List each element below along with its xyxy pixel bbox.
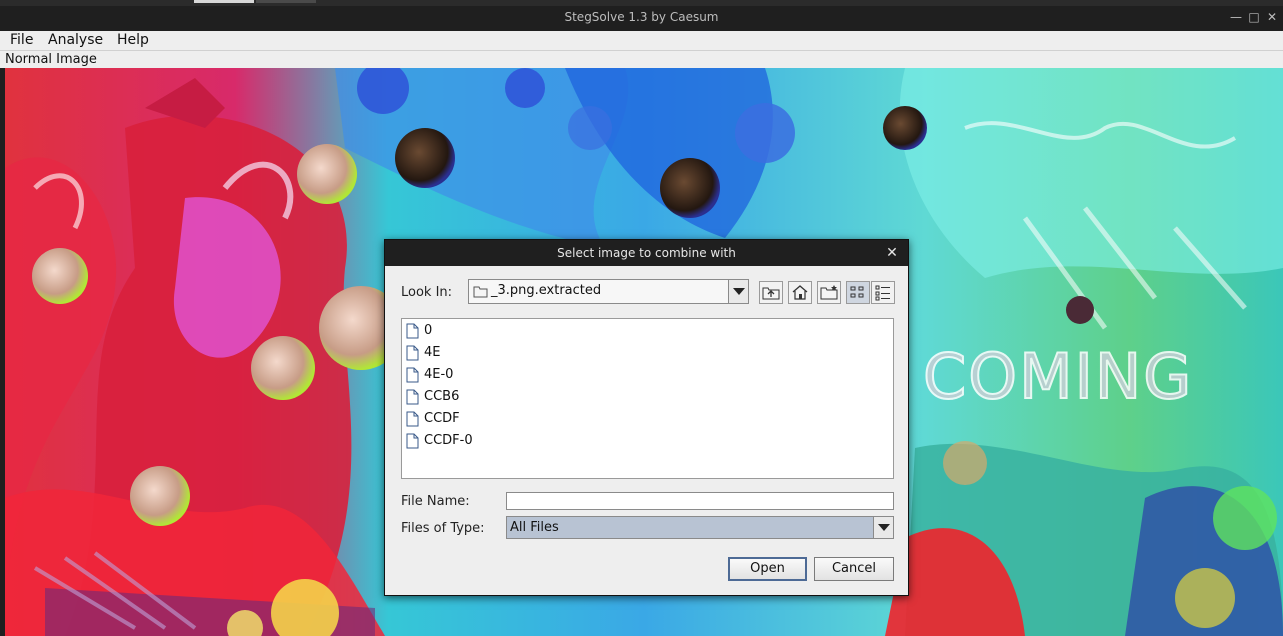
files-of-type-value: All Files [510,520,559,535]
taskbar-segment-active[interactable] [194,0,254,3]
file-name: 4E-0 [424,367,454,382]
bokeh-orb [251,336,315,400]
details-view-icon [875,285,890,301]
file-chooser-dialog: Select image to combine with ✕ Look In: … [384,239,909,596]
files-of-type-combo[interactable]: All Files [506,516,894,539]
details-view-button[interactable] [871,281,895,304]
file-name-label: File Name: [401,494,470,509]
dialog-title: Select image to combine with [385,240,908,266]
home-button[interactable] [788,281,812,304]
file-name: 4E [424,345,441,360]
file-item[interactable]: 4E-0 [406,365,606,385]
file-icon [406,433,419,449]
image-panel-title: Normal Image [0,51,1283,68]
dark-orb [1066,296,1094,324]
look-in-value: _3.png.extracted [491,283,602,298]
bokeh-orb [32,248,88,304]
window-titlebar: StegSolve 1.3 by Caesum — □ ✕ [0,6,1283,31]
list-view-button[interactable] [846,281,870,304]
open-button[interactable]: Open [728,557,807,581]
minimize-icon[interactable]: — [1228,9,1244,25]
dark-orb [395,128,455,188]
file-icon [406,411,419,427]
file-icon [406,345,419,361]
file-item[interactable]: 0 [406,321,606,341]
menu-file[interactable]: File [10,32,33,48]
chevron-down-icon[interactable] [728,280,748,303]
menu-help[interactable]: Help [117,32,149,48]
new-folder-icon [820,285,838,300]
image-overlay-text: COMING [923,340,1193,413]
file-item[interactable]: 4E [406,343,606,363]
dialog-close-icon[interactable]: ✕ [884,245,900,261]
dark-orb [660,158,720,218]
bokeh-orb [130,466,190,526]
file-icon [406,323,419,339]
menu-analyse[interactable]: Analyse [48,32,103,48]
file-name: CCB6 [424,389,460,404]
up-one-level-button[interactable] [759,281,783,304]
close-icon[interactable]: ✕ [1264,9,1280,25]
file-item[interactable]: CCB6 [406,387,606,407]
folder-icon [473,286,488,298]
home-icon [792,285,808,300]
new-folder-button[interactable] [817,281,841,304]
maximize-icon[interactable]: □ [1246,9,1262,25]
look-in-combo[interactable]: _3.png.extracted [468,279,749,304]
menu-bar: File Analyse Help [0,31,1283,51]
file-name: CCDF [424,411,460,426]
file-name: 0 [424,323,433,338]
file-icon [406,389,419,405]
window-title: StegSolve 1.3 by Caesum [564,10,719,24]
look-in-label: Look In: [401,285,453,300]
dark-orb [883,106,927,150]
file-name-field[interactable] [506,492,894,510]
file-item[interactable]: CCDF-0 [406,431,606,451]
file-list[interactable]: 0 4E 4E-0 CCB6 CCDF CCDF-0 [401,318,894,479]
folder-up-icon [762,287,780,300]
file-icon [406,367,419,383]
bokeh-orb [297,144,357,204]
file-name: CCDF-0 [424,433,473,448]
taskbar-segment[interactable] [256,0,316,3]
file-item[interactable]: CCDF [406,409,606,429]
cancel-button[interactable]: Cancel [814,557,894,581]
files-of-type-label: Files of Type: [401,521,485,536]
chevron-down-icon[interactable] [873,517,893,538]
list-view-icon [850,286,864,298]
